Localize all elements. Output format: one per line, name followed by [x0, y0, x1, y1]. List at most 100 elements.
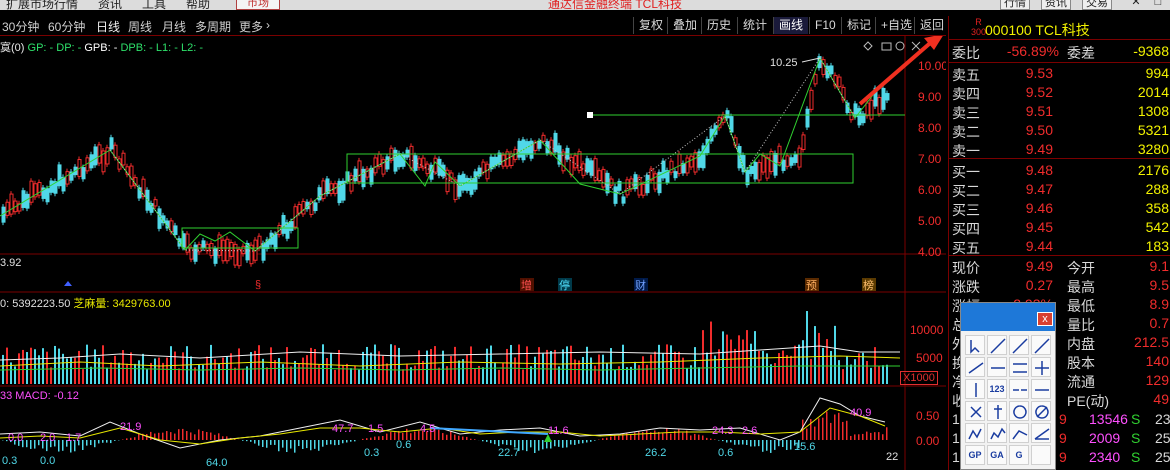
- draw-tool-icon[interactable]: 123: [987, 379, 1007, 399]
- macd-bar: [758, 440, 760, 447]
- macd-bar: [270, 440, 272, 445]
- period-monthly[interactable]: 月线: [162, 18, 186, 35]
- settings-icon[interactable]: [895, 41, 905, 51]
- period-daily[interactable]: 日线: [96, 18, 120, 35]
- draw-tool-icon[interactable]: [965, 335, 985, 355]
- draw-tool-icon[interactable]: [1009, 335, 1029, 355]
- add-favorite-button[interactable]: +自选: [875, 17, 917, 34]
- tick-cell: 13546: [1089, 411, 1128, 427]
- macd-bar: [274, 440, 276, 445]
- macd-bar: [214, 434, 216, 440]
- macd-bar: [370, 437, 372, 440]
- period-weekly[interactable]: 周线: [128, 18, 152, 35]
- volume-bar: [406, 363, 408, 384]
- draw-tool-icon[interactable]: [965, 401, 985, 421]
- period-more[interactable]: 更多: [239, 18, 263, 35]
- ask-row-label: 卖五: [952, 67, 980, 83]
- market-button[interactable]: 市场: [236, 0, 280, 10]
- macd-bar: [714, 439, 716, 440]
- stat-row: 现价 9.49 今开 9.1: [949, 257, 1170, 276]
- volume-bar: [342, 365, 344, 384]
- volume-bar: [278, 358, 280, 384]
- draw-tool-icon[interactable]: [987, 335, 1007, 355]
- volume-bar: [702, 330, 704, 384]
- diamond-icon[interactable]: [863, 41, 873, 51]
- top-quote-button[interactable]: 行情: [1000, 0, 1030, 10]
- period-multi[interactable]: 多周期: [195, 18, 231, 35]
- draw-tool-icon[interactable]: [965, 379, 985, 399]
- draw-tool-icon[interactable]: [1031, 357, 1051, 377]
- drawing-tools-palette[interactable]: x 123 GP GA G: [960, 302, 1056, 470]
- window-restore-icon[interactable]: □: [1150, 0, 1166, 10]
- close-icon[interactable]: [911, 41, 921, 51]
- top-news-button[interactable]: 资讯: [1041, 0, 1071, 10]
- volume-bar: [146, 369, 148, 384]
- history-button[interactable]: 历史: [701, 17, 736, 34]
- macd-bar: [254, 440, 256, 444]
- period-30min[interactable]: 30分钟: [2, 18, 39, 35]
- draw-line-button[interactable]: 画线: [773, 17, 809, 34]
- draw-tool-icon[interactable]: G: [1009, 445, 1029, 465]
- close-icon[interactable]: ✕: [1128, 0, 1144, 10]
- macd-bar: [774, 440, 776, 450]
- volume-bar: [718, 349, 720, 384]
- macd-bar: [138, 434, 140, 440]
- macd-bar: [730, 440, 732, 443]
- adjust-button[interactable]: 复权: [633, 17, 668, 34]
- mark-button[interactable]: 标记: [841, 17, 876, 34]
- macd-bar: [450, 431, 452, 440]
- draw-tool-icon[interactable]: [987, 423, 1007, 443]
- ask-row-label: 卖二: [952, 124, 980, 140]
- draw-tool-icon[interactable]: [987, 401, 1007, 421]
- volume-bar: [818, 332, 820, 384]
- draw-tool-icon[interactable]: [1009, 357, 1029, 377]
- period-60min[interactable]: 60分钟: [48, 18, 85, 35]
- macd-bar: [790, 440, 792, 450]
- draw-tool-icon[interactable]: [1009, 423, 1029, 443]
- back-button[interactable]: 返回: [914, 17, 949, 34]
- stock-name[interactable]: 000100 TCL科技: [985, 20, 1090, 40]
- top-trade-button[interactable]: 交易: [1082, 0, 1112, 10]
- f10-button[interactable]: F10: [809, 17, 841, 34]
- draw-tool-icon[interactable]: [965, 423, 985, 443]
- menu-tools[interactable]: 工具: [142, 0, 166, 10]
- line-handle[interactable]: [587, 112, 593, 118]
- draw-tool-icon[interactable]: [1031, 379, 1051, 399]
- chevron-right-icon[interactable]: ›: [266, 18, 270, 32]
- volume-bar: [226, 356, 228, 384]
- draw-tool-icon[interactable]: [1009, 379, 1029, 399]
- macd-bar: [510, 440, 512, 446]
- volume-bar: [642, 356, 644, 384]
- kline-chart[interactable]: 10.00 9.00 8.00 7.00 6.00 5.00 4.00 10.2…: [0, 36, 946, 470]
- overlay-button[interactable]: 叠加: [667, 17, 702, 34]
- macd-bar: [258, 440, 260, 446]
- svg-text:15.6: 15.6: [794, 441, 815, 453]
- macd-bar: [342, 440, 344, 444]
- volume-bar: [386, 363, 388, 384]
- candle-body: [761, 155, 766, 173]
- draw-tool-icon[interactable]: [1031, 423, 1051, 443]
- menu-help[interactable]: 帮助: [186, 0, 210, 10]
- lock-icon[interactable]: [881, 42, 892, 51]
- price-tick: 4.00: [918, 245, 942, 259]
- draw-tool-icon[interactable]: [1009, 401, 1029, 421]
- macd-bar: [198, 429, 200, 440]
- draw-tool-icon[interactable]: [987, 357, 1007, 377]
- palette-close-button[interactable]: x: [1037, 312, 1053, 326]
- macd-bar: [94, 440, 96, 448]
- macd-bar: [126, 438, 128, 440]
- menu-extended-market[interactable]: 扩展市场行情: [6, 0, 78, 10]
- macd-bar: [582, 440, 584, 444]
- draw-tool-icon[interactable]: [1031, 335, 1051, 355]
- draw-tool-icon[interactable]: [1031, 445, 1051, 465]
- volume-bar: [326, 358, 328, 384]
- stats-button[interactable]: 统计: [737, 17, 772, 34]
- draw-tool-icon[interactable]: [965, 357, 985, 377]
- draw-tool-icon[interactable]: GP: [965, 445, 985, 465]
- menu-news[interactable]: 资讯: [98, 0, 122, 10]
- candle-body: [669, 160, 674, 173]
- volume-bar: [442, 350, 444, 384]
- draw-tool-icon[interactable]: [1031, 401, 1051, 421]
- volume-bar: [562, 349, 564, 384]
- draw-tool-icon[interactable]: GA: [987, 445, 1007, 465]
